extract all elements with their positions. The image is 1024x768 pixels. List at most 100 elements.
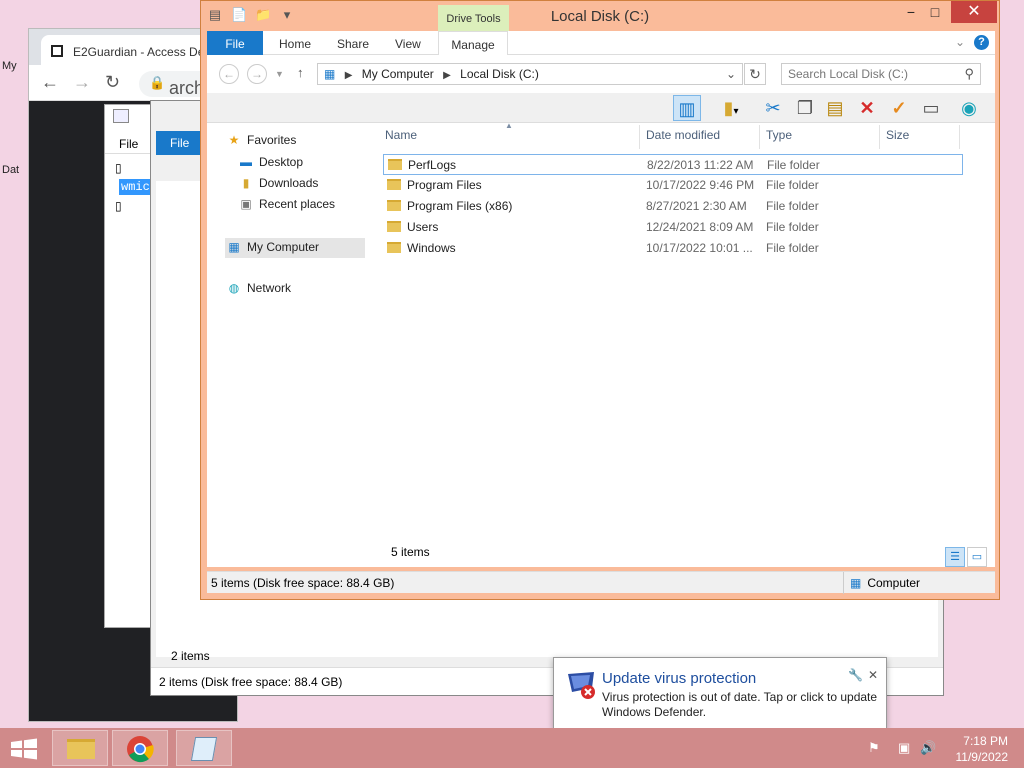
back-button[interactable]: ←	[219, 64, 239, 84]
chrome-tab-title: E2Guardian - Access Den	[73, 45, 212, 59]
nav-label: Downloads	[259, 176, 319, 190]
tab-home[interactable]: Home	[279, 31, 311, 55]
lock-icon: 🔒	[149, 75, 166, 90]
nav-network[interactable]: ◍ Network	[225, 281, 291, 301]
file-date: 10/17/2022 10:01 ...	[646, 241, 753, 255]
large-icons-view-icon[interactable]: ▭	[967, 547, 987, 567]
item-count: 5 items	[391, 545, 430, 559]
forward-arrow-icon[interactable]: →	[73, 72, 91, 93]
nav-recent-places[interactable]: ▣ Recent places	[237, 197, 335, 217]
network-icon[interactable]: ▣	[898, 740, 910, 756]
recent-locations-icon[interactable]: ▼	[275, 69, 284, 79]
details-view-icon[interactable]: ☰	[945, 547, 965, 567]
taskbar-chrome[interactable]	[112, 730, 168, 766]
tab-view[interactable]: View	[395, 31, 421, 55]
status-location: ▦ Computer	[843, 572, 993, 594]
column-size[interactable]: Size	[886, 128, 909, 142]
table-row[interactable]: Windows 10/17/2022 10:01 ... File folder	[383, 238, 963, 259]
recent-places-icon: ▣	[240, 197, 252, 211]
reload-icon[interactable]: ↻	[105, 72, 120, 93]
delete-icon[interactable]: ✕	[853, 95, 881, 121]
desktop-icon-label[interactable]: My	[2, 60, 17, 72]
text-line: ▯	[115, 161, 122, 175]
search-input[interactable]: Search Local Disk (C:) ⚲	[781, 63, 981, 85]
search-placeholder: Search Local Disk (C:)	[788, 67, 909, 81]
globe-icon[interactable]: ◉	[955, 95, 983, 121]
system-clock[interactable]: 7:18 PM 11/9/2022	[956, 733, 1009, 765]
title-bar[interactable]: ▤ 📄 📁 ▾ Drive Tools Local Disk (C:) − □ …	[201, 1, 999, 31]
navigation-pane: ★ Favorites ▬ Desktop ▮ Downloads ▣ Recent p…	[207, 123, 377, 567]
table-row[interactable]: PerfLogs 8/22/2013 11:22 AM File folder	[383, 154, 963, 175]
notification-body: Virus protection is out of date. Tap or …	[602, 690, 878, 719]
close-icon[interactable]: ✕	[868, 668, 878, 682]
file-type: File folder	[766, 220, 819, 234]
selected-text[interactable]: wmic	[119, 179, 152, 195]
network-icon: ◍	[228, 281, 240, 295]
rename-icon[interactable]: ▭	[917, 95, 945, 121]
sort-indicator-icon: ▲	[505, 121, 513, 130]
settings-icon[interactable]: 🔧	[848, 668, 863, 682]
tab-manage[interactable]: Manage	[438, 31, 508, 55]
nav-label: Network	[247, 281, 292, 295]
star-icon: ★	[228, 133, 240, 147]
folder-icon	[387, 242, 401, 253]
up-arrow-icon[interactable]: ↑	[297, 65, 304, 80]
tab-file[interactable]: File	[207, 31, 263, 55]
file-type: File folder	[767, 158, 820, 172]
help-icon[interactable]: ?	[974, 35, 989, 50]
background-file-tab[interactable]: File	[156, 131, 206, 155]
taskbar: ⚑ ▣ 🔊 7:18 PM 11/9/2022	[0, 728, 1024, 768]
expand-ribbon-icon[interactable]: ⌄	[955, 35, 965, 49]
status-text: 5 items (Disk free space: 88.4 GB)	[211, 576, 395, 590]
nav-label: Recent places	[259, 197, 336, 211]
computer-icon: ▦	[850, 576, 862, 590]
address-field[interactable]: ▦ ▶ My Computer ▶ Local Disk (C:) ⌄	[317, 63, 743, 85]
nav-downloads[interactable]: ▮ Downloads	[237, 176, 319, 196]
column-type[interactable]: Type	[766, 128, 792, 142]
desktop-icon-label[interactable]: Dat	[2, 164, 19, 176]
chrome-icon	[127, 736, 154, 763]
maximize-button[interactable]: □	[919, 1, 951, 23]
refresh-button[interactable]: ↻	[744, 63, 766, 85]
table-row[interactable]: Program Files 10/17/2022 9:46 PM File fo…	[383, 175, 963, 196]
computer-icon: ▦	[228, 240, 240, 254]
table-row[interactable]: Users 12/24/2021 8:09 AM File folder	[383, 217, 963, 238]
taskbar-notepad[interactable]	[176, 730, 232, 766]
text-line: ▯	[115, 199, 122, 213]
address-bar-row: ← → ▼ ↑ ▦ ▶ My Computer ▶ Local Disk (C:…	[207, 55, 995, 93]
back-arrow-icon[interactable]: ←	[41, 72, 59, 93]
volume-icon[interactable]: 🔊	[920, 740, 936, 756]
file-date: 12/24/2021 8:09 AM	[646, 220, 754, 234]
tab-share[interactable]: Share	[337, 31, 369, 55]
nav-label: Favorites	[247, 133, 297, 147]
window-title: Local Disk (C:)	[550, 8, 650, 25]
notepad-icon	[113, 109, 129, 123]
move-to-icon[interactable]: ▮▾	[711, 95, 751, 121]
copy-icon[interactable]: ❐	[791, 95, 819, 121]
action-center-warning-icon[interactable]: ⚑	[868, 740, 880, 756]
defender-notification[interactable]: 🔧 ✕ Update virus protection Virus protec…	[553, 657, 887, 729]
breadcrumb-my-computer[interactable]: My Computer	[362, 67, 434, 81]
notepad-icon	[190, 737, 218, 761]
breadcrumb-local-disk[interactable]: Local Disk (C:)	[460, 67, 539, 81]
folder-icon	[387, 221, 401, 232]
nav-desktop[interactable]: ▬ Desktop	[237, 155, 303, 175]
nav-my-computer[interactable]: ▦ My Computer	[225, 238, 365, 258]
checkmark-icon[interactable]: ✓	[885, 95, 913, 121]
file-name: Users	[387, 220, 438, 234]
start-button[interactable]	[10, 738, 38, 760]
file-type: File folder	[766, 199, 819, 213]
cut-icon[interactable]: ✂	[759, 95, 787, 121]
preview-pane-icon[interactable]: ▥	[673, 95, 701, 121]
column-date-modified[interactable]: Date modified	[646, 128, 720, 142]
column-name[interactable]: Name	[385, 128, 417, 142]
taskbar-file-explorer[interactable]	[52, 730, 108, 766]
table-row[interactable]: Program Files (x86) 8/27/2021 2:30 AM Fi…	[383, 196, 963, 217]
nav-favorites[interactable]: ★ Favorites	[225, 133, 297, 153]
chevron-down-icon[interactable]: ⌄	[726, 67, 736, 81]
explorer-window[interactable]: ▤ 📄 📁 ▾ Drive Tools Local Disk (C:) − □ …	[200, 0, 1000, 600]
nav-label: My Computer	[247, 240, 320, 254]
paste-icon[interactable]: ▤	[821, 95, 849, 121]
forward-button[interactable]: →	[247, 64, 267, 84]
close-button[interactable]: ✕	[951, 1, 997, 23]
